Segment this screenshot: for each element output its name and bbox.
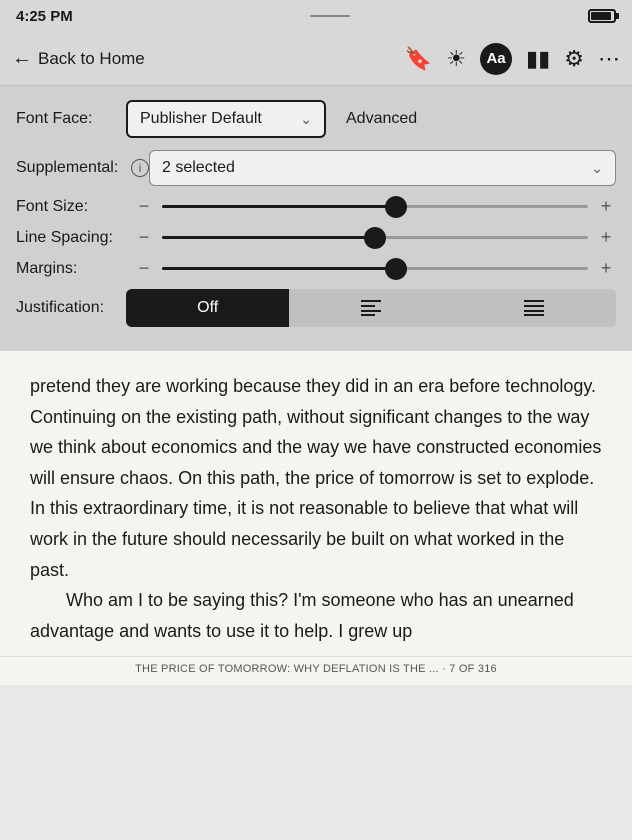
status-icons — [588, 9, 616, 23]
footer-text: THE PRICE OF TOMORROW: WHY DEFLATION IS … — [135, 663, 497, 675]
status-time: 4:25 PM — [16, 8, 73, 25]
font-face-dropdown[interactable]: Publisher Default ⌄ — [126, 100, 326, 138]
margins-label: Margins: — [16, 260, 126, 278]
status-bar: 4:25 PM — [0, 0, 632, 32]
settings-icon[interactable]: ⚙ — [564, 46, 584, 72]
supplemental-value: 2 selected — [162, 159, 235, 177]
brightness-icon[interactable]: ☀ — [446, 46, 466, 72]
nav-right-icons: 🔖 ☀ Aa ▮▮ ⚙ ⋯ — [405, 43, 620, 75]
font-face-chevron-icon: ⌄ — [300, 111, 312, 128]
justification-buttons: Off — [126, 289, 616, 327]
justify-left-icon — [361, 300, 381, 316]
more-icon[interactable]: ⋯ — [598, 46, 620, 72]
status-center-line — [310, 15, 350, 17]
justify-full-icon — [524, 300, 544, 316]
footer: THE PRICE OF TOMORROW: WHY DEFLATION IS … — [0, 656, 632, 685]
line-spacing-row: Line Spacing: − + — [16, 227, 616, 248]
font-face-label: Font Face: — [16, 110, 126, 128]
font-size-label: Font Size: — [16, 198, 126, 216]
supplemental-row: Supplemental: i 2 selected ⌄ — [16, 150, 616, 186]
supplemental-label-group: Supplemental: i — [16, 159, 149, 177]
supplemental-dropdown[interactable]: 2 selected ⌄ — [149, 150, 616, 186]
advanced-button[interactable]: Advanced — [346, 110, 417, 128]
font-face-value: Publisher Default — [140, 110, 262, 128]
settings-panel: Font Face: Publisher Default ⌄ Advanced … — [0, 86, 632, 351]
back-label: Back to Home — [38, 49, 145, 69]
font-face-row: Font Face: Publisher Default ⌄ Advanced — [16, 100, 616, 138]
line-spacing-label: Line Spacing: — [16, 229, 126, 247]
justify-off-button[interactable]: Off — [126, 289, 289, 327]
content-paragraph-2: Who am I to be saying this? I'm someone … — [30, 585, 602, 646]
font-size-decrease-button[interactable]: − — [134, 196, 154, 217]
line-spacing-slider[interactable] — [162, 236, 588, 239]
margins-decrease-button[interactable]: − — [134, 258, 154, 279]
justification-row: Justification: Off — [16, 289, 616, 327]
margins-slider[interactable] — [162, 267, 588, 270]
font-size-increase-button[interactable]: + — [596, 196, 616, 217]
nav-bar: ← Back to Home 🔖 ☀ Aa ▮▮ ⚙ ⋯ — [0, 32, 632, 86]
justify-full-button[interactable] — [453, 289, 616, 327]
margins-row: Margins: − + — [16, 258, 616, 279]
content-paragraph-1: pretend they are working because they di… — [30, 371, 602, 585]
line-spacing-increase-button[interactable]: + — [596, 227, 616, 248]
supplemental-chevron-icon: ⌄ — [591, 160, 603, 177]
supplemental-label: Supplemental: — [16, 159, 126, 177]
font-size-row: Font Size: − + — [16, 196, 616, 217]
content-area: pretend they are working because they di… — [0, 351, 632, 656]
bookmark-icon[interactable]: 🔖 — [405, 46, 432, 72]
chart-icon[interactable]: ▮▮ — [526, 46, 550, 72]
margins-increase-button[interactable]: + — [596, 258, 616, 279]
aa-label: Aa — [486, 50, 505, 67]
font-size-slider[interactable] — [162, 205, 588, 208]
back-arrow-icon: ← — [12, 47, 32, 70]
back-button[interactable]: ← Back to Home — [12, 47, 145, 70]
justification-label: Justification: — [16, 299, 126, 317]
justify-left-button[interactable] — [289, 289, 452, 327]
battery-icon — [588, 9, 616, 23]
font-settings-button[interactable]: Aa — [480, 43, 512, 75]
line-spacing-decrease-button[interactable]: − — [134, 227, 154, 248]
content-text: pretend they are working because they di… — [30, 371, 602, 646]
info-icon[interactable]: i — [131, 159, 149, 177]
